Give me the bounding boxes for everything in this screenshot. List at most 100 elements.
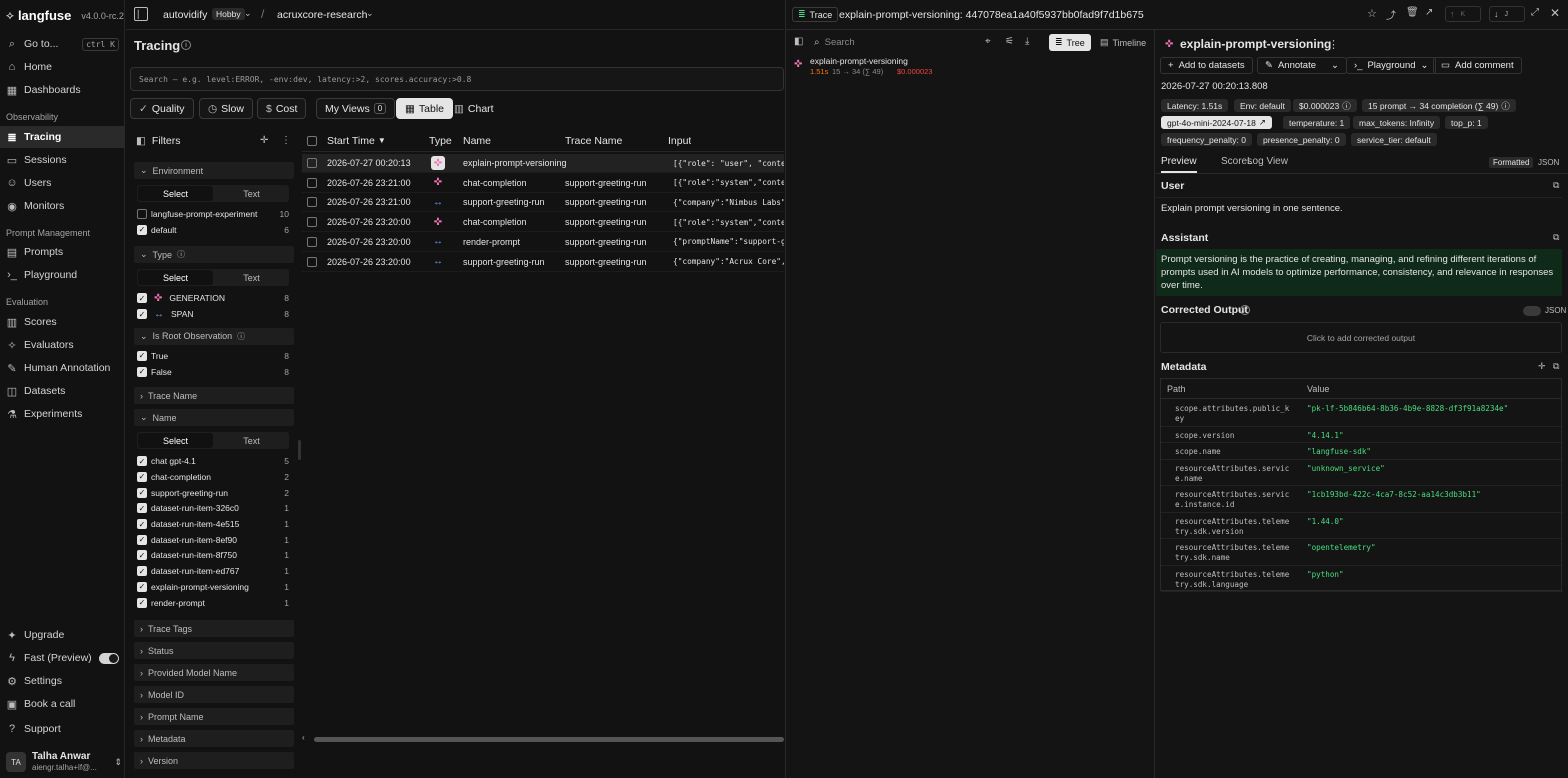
col-type[interactable]: Type bbox=[429, 130, 452, 151]
filter-option[interactable]: ✓ True 8 bbox=[137, 349, 289, 363]
filter-checkbox[interactable]: ✓ bbox=[137, 597, 147, 608]
more-vertical-icon[interactable]: ⋮ bbox=[281, 135, 291, 146]
filter-checkbox[interactable]: ✓ bbox=[137, 519, 147, 529]
row-checkbox[interactable] bbox=[307, 197, 317, 208]
nav-scores[interactable]: ▥ Scores bbox=[0, 311, 125, 333]
corrected-output-input[interactable]: Click to add corrected output bbox=[1160, 322, 1562, 353]
filter-checkbox[interactable]: ✓ bbox=[137, 224, 147, 235]
fast-preview-toggle-row[interactable]: ϟ Fast (Preview) bbox=[0, 647, 125, 669]
filter-option[interactable]: ✓ explain-prompt-versioning 1 bbox=[137, 580, 289, 594]
chevron-down-icon[interactable]: ⌄ bbox=[1331, 60, 1339, 71]
filter-option[interactable]: ✓ dataset-run-item-326c0 1 bbox=[137, 501, 289, 515]
copy-icon[interactable]: ⧉ bbox=[1553, 180, 1559, 191]
table-row[interactable]: 2026-07-26 23:20:00 ↔ support-greeting-run… bbox=[302, 253, 784, 272]
filter-checkbox[interactable]: ✓ bbox=[137, 456, 147, 467]
filter-section-header[interactable]: › Metadata bbox=[134, 730, 294, 748]
pane-divider[interactable] bbox=[1154, 29, 1155, 778]
chevron-down-icon[interactable]: ⌄ bbox=[244, 8, 252, 19]
filter-section-header[interactable]: ⌄ Is Root Observation ⓘ bbox=[134, 327, 294, 345]
move-icon[interactable]: ✛ bbox=[260, 135, 268, 146]
nav-book-call[interactable]: ▣ Book a call bbox=[0, 693, 125, 715]
metadata-value[interactable]: "1cb193bd-422c-4ca7-8c52-aa14c3db3b11" bbox=[1307, 490, 1481, 499]
download-icon[interactable]: ⤓ bbox=[1025, 36, 1029, 47]
nav-monitors[interactable]: ◉ Monitors bbox=[0, 195, 125, 217]
info-icon[interactable]: ⓘ bbox=[177, 249, 185, 260]
filter-option[interactable]: ✓ False 8 bbox=[137, 365, 289, 379]
scroll-left-icon[interactable]: ‹ bbox=[302, 733, 305, 742]
filter-checkbox[interactable]: ✓ bbox=[137, 309, 147, 320]
annotate-button[interactable]: ✎ Annotate ⌄ bbox=[1257, 57, 1347, 74]
table-row[interactable]: 2026-07-26 23:21:00 ✜ chat-completion suppo… bbox=[302, 174, 784, 193]
col-start-time[interactable]: Start Time ▼ bbox=[327, 130, 386, 151]
nav-human-annotation[interactable]: ✎ Human Annotation bbox=[0, 357, 125, 379]
preset-cost[interactable]: $ Cost bbox=[257, 98, 307, 119]
my-views-button[interactable]: My Views 0 bbox=[316, 98, 396, 119]
filter-mode-select[interactable]: Select bbox=[138, 270, 213, 286]
filter-checkbox[interactable]: ✓ bbox=[137, 534, 147, 545]
filter-section-header[interactable]: ⌄ Name bbox=[134, 409, 294, 427]
row-checkbox[interactable] bbox=[307, 236, 317, 247]
info-icon[interactable]: i bbox=[181, 40, 191, 50]
external-link-icon[interactable]: ↗ bbox=[1425, 7, 1433, 18]
filter-checkbox[interactable]: ✓ bbox=[137, 350, 147, 361]
nav-evaluators[interactable]: ✧ Evaluators bbox=[0, 334, 125, 356]
trash-icon[interactable]: 🗑 bbox=[1406, 7, 1419, 18]
row-checkbox[interactable] bbox=[307, 158, 317, 168]
info-icon[interactable]: ⓘ bbox=[237, 331, 245, 342]
nav-home[interactable]: ⌂ Home bbox=[0, 56, 125, 78]
brand[interactable]: ⟡ langfuse v4.0.0-rc.2 bbox=[6, 8, 124, 23]
sidebar-toggle-icon[interactable]: ▏ bbox=[134, 7, 148, 21]
more-vertical-icon[interactable]: ⋮ bbox=[1328, 38, 1339, 51]
row-checkbox[interactable] bbox=[307, 256, 317, 267]
fast-preview-toggle[interactable] bbox=[99, 652, 119, 664]
tab-log-view[interactable]: Log View bbox=[1247, 156, 1288, 167]
select-all-checkbox[interactable] bbox=[307, 135, 317, 146]
tab-preview[interactable]: Preview bbox=[1161, 156, 1197, 173]
share-icon[interactable]: ⤴ bbox=[1386, 7, 1396, 22]
nav-settings[interactable]: ⚙ Settings bbox=[0, 670, 125, 692]
filter-checkbox[interactable]: ✓ bbox=[137, 293, 147, 304]
corrected-json-toggle[interactable] bbox=[1523, 306, 1541, 316]
resize-handle[interactable] bbox=[298, 440, 301, 460]
filter-checkbox[interactable]: ✓ bbox=[137, 366, 147, 377]
table-row[interactable]: 2026-07-26 23:20:00 ✜ chat-completion suppo… bbox=[302, 213, 784, 233]
tree-search-input[interactable]: ⌕ Search bbox=[814, 34, 974, 50]
copy-icon[interactable]: ⧉ bbox=[1553, 232, 1559, 243]
filter-mode-text[interactable]: Text bbox=[214, 269, 289, 286]
settings-sliders-icon[interactable]: ⚟ bbox=[1005, 36, 1014, 47]
table-row[interactable]: 2026-07-27 00:20:13 ✜ explain-prompt-versi… bbox=[302, 154, 784, 173]
metadata-value[interactable]: "pk-lf-5b846b64-8b36-4b9e-8828-df3f91a82… bbox=[1307, 404, 1508, 413]
project-selector[interactable]: acruxcore-research bbox=[277, 9, 367, 21]
filter-section-header[interactable]: › Provided Model Name bbox=[134, 664, 294, 682]
table-row[interactable]: 2026-07-26 23:21:00 ↔ support-greeting-run… bbox=[302, 193, 784, 213]
table-row[interactable]: 2026-07-26 23:20:00 ↔ render-prompt support… bbox=[302, 233, 784, 252]
add-comment-button[interactable]: ▭ Add comment bbox=[1433, 57, 1522, 74]
nav-sessions[interactable]: ▭ Sessions bbox=[0, 149, 125, 171]
nav-playground[interactable]: ›_ Playground bbox=[0, 264, 125, 286]
info-icon[interactable]: i bbox=[1240, 305, 1250, 315]
filter-option[interactable]: ✓ render-prompt 1 bbox=[137, 596, 289, 610]
filter-option[interactable]: ✓ dataset-run-item-8ef90 1 bbox=[137, 533, 289, 547]
metadata-value[interactable]: "langfuse-sdk" bbox=[1307, 447, 1371, 456]
metadata-value[interactable]: "python" bbox=[1307, 570, 1344, 579]
filter-mode-text[interactable]: Text bbox=[214, 432, 289, 449]
format-json[interactable]: JSON bbox=[1538, 158, 1559, 167]
row-trace-name[interactable]: support-greeting-run bbox=[565, 233, 647, 251]
filter-checkbox[interactable]: ✓ bbox=[137, 566, 147, 577]
filter-section-header[interactable]: › Trace Name bbox=[134, 387, 294, 405]
maximize-icon[interactable]: ⤢ bbox=[1531, 7, 1539, 18]
user-menu[interactable]: TA Talha Anwar aiengr.talha+lf@... ⇕ bbox=[6, 749, 122, 775]
org-selector[interactable]: autovidify bbox=[163, 9, 207, 21]
star-icon[interactable]: ☆ bbox=[1367, 7, 1377, 20]
row-checkbox[interactable] bbox=[307, 217, 317, 228]
filter-section-header[interactable]: › Prompt Name bbox=[134, 708, 294, 726]
prev-trace-button[interactable]: ↑ K bbox=[1445, 6, 1481, 22]
goto-button[interactable]: ⌕ Go to... ctrl K bbox=[0, 33, 125, 55]
tab-timeline[interactable]: ▤ Timeline bbox=[1096, 34, 1150, 51]
metadata-value[interactable]: "1.44.0" bbox=[1307, 517, 1344, 526]
panel-toggle-icon[interactable]: ◧ bbox=[794, 36, 803, 47]
row-trace-name[interactable]: support-greeting-run bbox=[565, 193, 647, 211]
tree-node[interactable]: ✜ explain-prompt-versioning 1.51s 15 → 3… bbox=[792, 56, 1154, 78]
filter-checkbox[interactable]: ✓ bbox=[137, 581, 147, 592]
nav-dashboards[interactable]: ▦ Dashboards bbox=[0, 79, 125, 101]
